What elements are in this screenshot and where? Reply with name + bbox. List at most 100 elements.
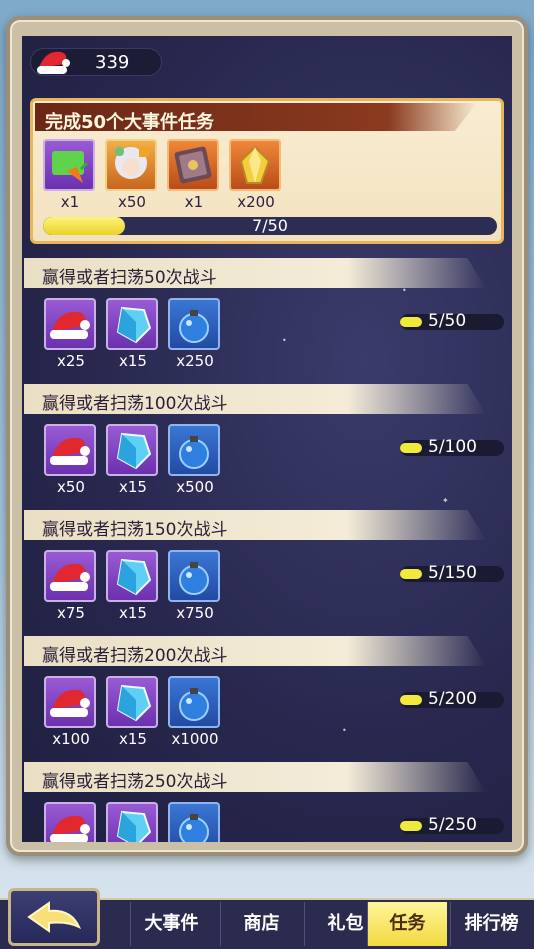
santa-hat-icon bbox=[44, 424, 96, 476]
reward-item[interactable]: x250 bbox=[168, 298, 222, 370]
main-task-card: 完成50个大事件任务 x1 x50 x1 x200 7/50 bbox=[30, 98, 504, 244]
blue-crystal-icon bbox=[106, 424, 158, 476]
reward-count: x1 bbox=[184, 193, 204, 211]
reward-item[interactable]: x50 bbox=[44, 424, 98, 496]
reward-count: x75 bbox=[57, 604, 85, 622]
tab-big-event[interactable]: 大事件 bbox=[130, 902, 212, 946]
task-rewards bbox=[44, 802, 224, 842]
task-title: 赢得或者扫荡50次战斗 bbox=[42, 268, 217, 288]
task-progress-bar: 5/250 bbox=[400, 815, 504, 835]
currency-amount: 339 bbox=[95, 52, 130, 73]
blue-crystal-icon bbox=[106, 802, 158, 842]
reward-item[interactable]: x50 bbox=[105, 139, 159, 211]
reward-count: x15 bbox=[119, 478, 147, 496]
task-title-bar: 赢得或者扫荡200次战斗 bbox=[24, 636, 486, 666]
reward-count: x1000 bbox=[171, 730, 219, 748]
progress-label: 5/150 bbox=[428, 563, 477, 583]
blue-bomb-icon bbox=[168, 550, 220, 602]
task-title: 赢得或者扫荡100次战斗 bbox=[42, 394, 228, 414]
blue-bomb-icon bbox=[168, 802, 220, 842]
main-task-title: 完成50个大事件任务 bbox=[45, 112, 215, 133]
reward-item[interactable] bbox=[168, 802, 222, 842]
reward-count: x1 bbox=[60, 193, 80, 211]
task-title: 赢得或者扫荡250次战斗 bbox=[42, 772, 228, 792]
reward-item[interactable]: x750 bbox=[168, 550, 222, 622]
reward-item[interactable]: x15 bbox=[106, 550, 160, 622]
progress-fill bbox=[400, 695, 422, 705]
reward-item[interactable]: x15 bbox=[106, 298, 160, 370]
reward-count: x25 bbox=[57, 352, 85, 370]
task-title: 赢得或者扫荡150次战斗 bbox=[42, 520, 228, 540]
task-card: 赢得或者扫荡100次战斗 x50 x15 x500 5/100 bbox=[24, 384, 512, 502]
main-task-progress-bar: 7/50 bbox=[43, 217, 497, 235]
blue-bomb-icon bbox=[168, 424, 220, 476]
task-rewards: x50 x15 x500 bbox=[44, 424, 224, 496]
book-icon bbox=[167, 139, 219, 191]
reward-item[interactable]: x75 bbox=[44, 550, 98, 622]
santa-hat-icon bbox=[44, 802, 96, 842]
task-card: 赢得或者扫荡200次战斗 x100 x15 x1000 5/200 bbox=[24, 636, 512, 754]
blue-crystal-icon bbox=[106, 298, 158, 350]
task-rewards: x100 x15 x1000 bbox=[44, 676, 224, 748]
santa-hat-icon bbox=[44, 676, 96, 728]
reward-count: x15 bbox=[119, 352, 147, 370]
reward-item[interactable]: x200 bbox=[229, 139, 283, 211]
task-title-bar: 赢得或者扫荡150次战斗 bbox=[24, 510, 486, 540]
back-arrow-icon bbox=[27, 901, 82, 933]
reward-item[interactable]: x1 bbox=[43, 139, 97, 211]
reward-count: x500 bbox=[176, 478, 214, 496]
reward-item[interactable]: x25 bbox=[44, 298, 98, 370]
reward-item[interactable]: x15 bbox=[106, 676, 160, 748]
santa-hat-icon bbox=[44, 550, 96, 602]
currency-display: 339 bbox=[30, 48, 162, 76]
reward-count: x250 bbox=[176, 352, 214, 370]
main-task-title-bar: 完成50个大事件任务 bbox=[35, 103, 477, 131]
tab-shop[interactable]: 商店 bbox=[220, 902, 302, 946]
blue-crystal-icon bbox=[106, 550, 158, 602]
progress-fill bbox=[400, 317, 422, 327]
task-progress-bar: 5/200 bbox=[400, 689, 504, 709]
reward-count: x200 bbox=[237, 193, 275, 211]
blue-crystal-icon bbox=[106, 676, 158, 728]
santa-hat-icon bbox=[44, 298, 96, 350]
reward-item[interactable]: x100 bbox=[44, 676, 98, 748]
task-title-bar: 赢得或者扫荡100次战斗 bbox=[24, 384, 486, 414]
tab-leaderboard[interactable]: 排行榜 bbox=[450, 902, 532, 946]
progress-label: 5/50 bbox=[428, 311, 467, 331]
reward-item[interactable] bbox=[106, 802, 160, 842]
progress-fill bbox=[400, 443, 422, 453]
gold-gem-icon bbox=[229, 139, 281, 191]
reward-count: x15 bbox=[119, 730, 147, 748]
task-title-bar: 赢得或者扫荡50次战斗 bbox=[24, 258, 486, 288]
blue-bomb-icon bbox=[168, 676, 220, 728]
reward-count: x50 bbox=[57, 478, 85, 496]
reward-item[interactable]: x500 bbox=[168, 424, 222, 496]
reward-count: x100 bbox=[52, 730, 90, 748]
task-progress-bar: 5/150 bbox=[400, 563, 504, 583]
reward-item[interactable]: x1 bbox=[167, 139, 221, 211]
task-card: 赢得或者扫荡50次战斗 x25 x15 x250 5/50 bbox=[24, 258, 512, 376]
task-progress-bar: 5/50 bbox=[400, 311, 504, 331]
progress-label: 7/50 bbox=[252, 217, 288, 235]
carrot-envelope-icon bbox=[43, 139, 95, 191]
progress-fill bbox=[400, 569, 422, 579]
reward-count: x15 bbox=[119, 604, 147, 622]
task-rewards: x75 x15 x750 bbox=[44, 550, 224, 622]
task-progress-bar: 5/100 bbox=[400, 437, 504, 457]
progress-label: 5/100 bbox=[428, 437, 477, 457]
progress-fill bbox=[400, 821, 422, 831]
reward-item[interactable]: x15 bbox=[106, 424, 160, 496]
santa-hat-icon bbox=[35, 46, 73, 76]
back-button[interactable] bbox=[8, 888, 100, 946]
progress-label: 5/200 bbox=[428, 689, 477, 709]
reward-count: x50 bbox=[118, 193, 146, 211]
tab-tasks[interactable]: 任务 bbox=[367, 902, 447, 946]
reward-item[interactable]: x1000 bbox=[168, 676, 222, 748]
task-card: 赢得或者扫荡250次战斗 5/250 bbox=[24, 762, 512, 842]
task-title-bar: 赢得或者扫荡250次战斗 bbox=[24, 762, 486, 792]
character-portrait-icon bbox=[105, 139, 157, 191]
reward-count: x750 bbox=[176, 604, 214, 622]
task-card: 赢得或者扫荡150次战斗 x75 x15 x750 5/150 bbox=[24, 510, 512, 628]
progress-label: 5/250 bbox=[428, 815, 477, 835]
reward-item[interactable] bbox=[44, 802, 98, 842]
